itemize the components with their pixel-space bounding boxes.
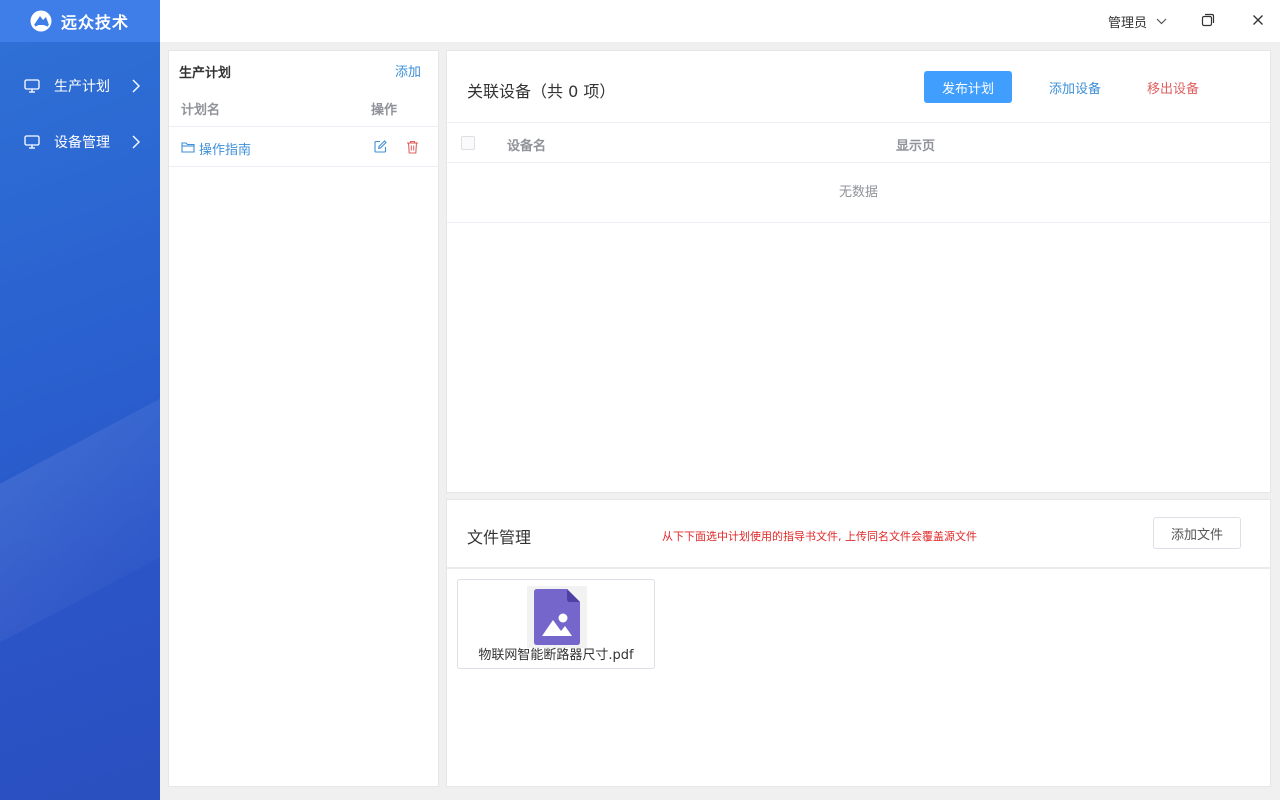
- divider: [447, 567, 1270, 569]
- image-file-icon: [534, 589, 580, 645]
- column-header-actions: 操作: [371, 103, 398, 118]
- chevron-right-icon: [132, 135, 140, 149]
- sidebar-item-label: 生产计划: [54, 79, 110, 95]
- device-panel: 关联设备（共 0 项） 发布计划 添加设备 移出设备 设备名 显示页 无数据: [446, 50, 1271, 493]
- file-hint-text: 从下下面选中计划使用的指导书文件, 上传同名文件会覆盖源文件: [662, 530, 977, 543]
- add-file-button[interactable]: 添加文件: [1153, 517, 1241, 549]
- app-logo: 远众技术: [0, 0, 160, 42]
- table-row[interactable]: 操作指南: [169, 127, 438, 167]
- add-device-link[interactable]: 添加设备: [1049, 78, 1101, 97]
- plan-name[interactable]: 操作指南: [199, 139, 251, 158]
- sidebar-item-label: 设备管理: [54, 135, 110, 151]
- device-panel-title: 关联设备（共 0 项）: [467, 82, 616, 101]
- plan-table-header: 计划名 操作: [169, 87, 438, 127]
- file-card[interactable]: 物联网智能断路器尺寸.pdf: [457, 579, 655, 669]
- monitor-icon: [24, 79, 40, 93]
- column-header-device-name: 设备名: [507, 139, 547, 154]
- file-name: 物联网智能断路器尺寸.pdf: [478, 648, 634, 663]
- file-panel-title: 文件管理: [467, 528, 532, 547]
- device-table-header: 设备名 显示页: [447, 123, 1270, 163]
- sidebar-item-production-plan[interactable]: 生产计划: [0, 66, 160, 106]
- remove-device-link[interactable]: 移出设备: [1147, 78, 1199, 97]
- select-all-checkbox[interactable]: [461, 136, 475, 150]
- restore-window-icon[interactable]: [1201, 13, 1215, 27]
- user-menu[interactable]: 管理员: [1108, 12, 1167, 31]
- folder-icon: [181, 142, 195, 153]
- monitor-icon: [24, 135, 40, 149]
- top-bar: 管理员: [160, 0, 1280, 42]
- plan-panel-title: 生产计划: [179, 66, 232, 81]
- plan-panel: 生产计划 添加 计划名 操作 操作指南: [168, 50, 439, 787]
- file-panel: 文件管理 从下下面选中计划使用的指导书文件, 上传同名文件会覆盖源文件 添加文件…: [446, 499, 1271, 787]
- logo-text: 远众技术: [61, 13, 130, 32]
- chevron-right-icon: [132, 79, 140, 93]
- edit-icon[interactable]: [374, 140, 387, 153]
- add-plan-link[interactable]: 添加: [395, 61, 421, 80]
- publish-plan-button[interactable]: 发布计划: [924, 71, 1012, 103]
- close-icon[interactable]: [1251, 13, 1265, 27]
- logo-icon: [30, 10, 52, 32]
- user-label: 管理员: [1108, 16, 1148, 31]
- column-header-plan-name: 计划名: [181, 103, 221, 118]
- chevron-down-icon: [1156, 18, 1167, 25]
- sidebar: 远众技术 生产计划 设备管理: [0, 0, 160, 800]
- delete-icon[interactable]: [406, 140, 419, 154]
- column-header-display-page: 显示页: [896, 139, 936, 154]
- sidebar-item-device-management[interactable]: 设备管理: [0, 122, 160, 162]
- empty-table-text: 无数据: [447, 163, 1270, 223]
